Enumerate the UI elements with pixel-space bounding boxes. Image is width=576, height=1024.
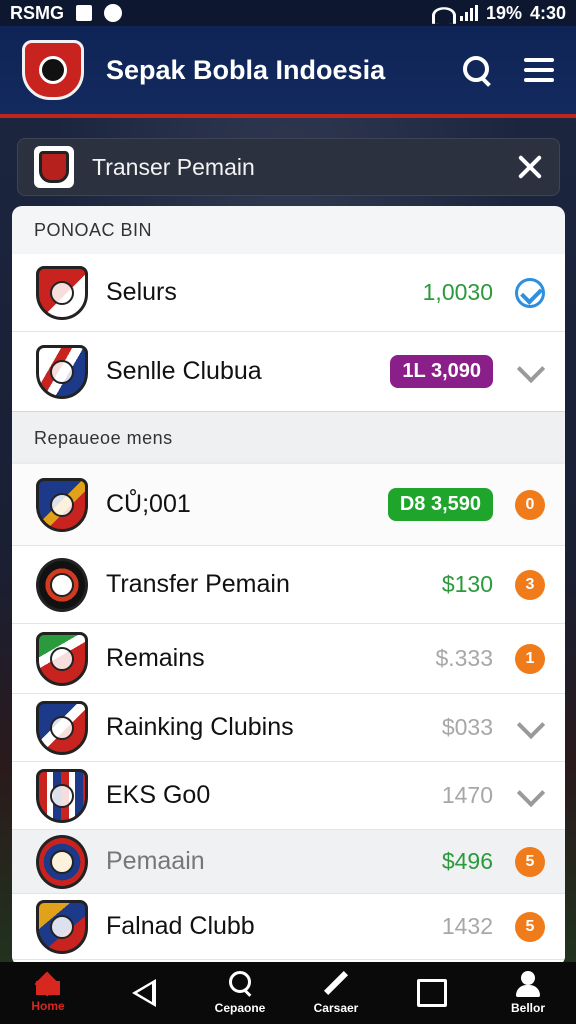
battery-label: 19% bbox=[485, 2, 522, 23]
nav-label: Home bbox=[31, 999, 65, 1013]
app-logo bbox=[22, 40, 84, 100]
club-name: Falnad Clubb bbox=[106, 912, 255, 940]
club-name: Selurs bbox=[106, 278, 177, 306]
club-name: Pemaain bbox=[106, 847, 205, 875]
club-crest-icon bbox=[36, 700, 88, 755]
gallery-icon bbox=[76, 5, 92, 21]
wifi-icon bbox=[430, 5, 452, 21]
list-item[interactable]: Falnad Clubb 1432 5 bbox=[12, 894, 565, 960]
app-bar: Sepak Bobla Indoesia bbox=[0, 26, 576, 118]
count-badge: 1 bbox=[515, 643, 545, 674]
club-crest-icon bbox=[36, 768, 88, 823]
club-value: 1432 bbox=[441, 913, 493, 939]
value-pill: 1L 3,090 bbox=[390, 355, 493, 388]
count-badge: 5 bbox=[515, 846, 545, 877]
clock: 4:30 bbox=[529, 2, 566, 23]
close-icon[interactable] bbox=[517, 154, 543, 180]
list-item[interactable]: Remains $.333 1 bbox=[12, 624, 565, 694]
club-value: 1,0030 bbox=[422, 279, 493, 305]
square-icon bbox=[417, 979, 447, 1007]
search-icon[interactable] bbox=[462, 55, 492, 85]
club-name: CŮ;001 bbox=[106, 490, 191, 518]
home-icon bbox=[33, 973, 63, 995]
filter-label: Transer Pemain bbox=[92, 153, 255, 180]
nav-home[interactable]: Home bbox=[3, 962, 93, 1024]
nav-create[interactable]: Carsaer bbox=[291, 962, 381, 1024]
club-name: Rainking Clubins bbox=[106, 713, 294, 741]
club-crest-icon bbox=[36, 834, 88, 889]
count-badge: 0 bbox=[515, 489, 545, 520]
list-item[interactable]: Pemaain $496 5 bbox=[12, 830, 565, 894]
club-crest-icon bbox=[36, 631, 88, 686]
club-value: $496 bbox=[441, 848, 493, 874]
notification-icon bbox=[104, 4, 122, 22]
user-icon bbox=[514, 971, 542, 997]
club-name: Transfer Pemain bbox=[106, 570, 290, 598]
count-badge: 3 bbox=[515, 569, 545, 600]
list-item[interactable]: CŮ;001 D8 3,590 0 bbox=[12, 464, 565, 546]
count-badge: 5 bbox=[515, 911, 545, 942]
club-crest-icon bbox=[36, 557, 88, 612]
nav-search[interactable]: Cepaone bbox=[195, 962, 285, 1024]
list-item[interactable]: Rainking Clubins $033 bbox=[12, 694, 565, 762]
menu-icon[interactable] bbox=[524, 58, 554, 82]
club-crest-icon bbox=[36, 344, 88, 399]
list-item[interactable]: Transfer Pemain $130 3 bbox=[12, 546, 565, 624]
favorite-icon[interactable] bbox=[515, 357, 545, 387]
list-item[interactable]: Senlle Clubua 1L 3,090 bbox=[12, 332, 565, 412]
nav-profile[interactable]: Bellor bbox=[483, 962, 573, 1024]
search-icon bbox=[227, 971, 253, 997]
club-crest-icon bbox=[34, 146, 74, 188]
value-pill: D8 3,590 bbox=[387, 488, 493, 521]
nav-label: Cepaone bbox=[214, 1001, 266, 1015]
pen-icon bbox=[323, 971, 349, 997]
club-value: $.333 bbox=[435, 645, 493, 671]
bottom-navigation: Home Cepaone Carsaer Bellor bbox=[0, 962, 576, 1024]
club-value: 1470 bbox=[441, 782, 493, 808]
nav-back[interactable] bbox=[99, 962, 189, 1024]
section-header: PONOAC BIN bbox=[34, 219, 153, 240]
back-icon bbox=[132, 979, 156, 1007]
clubs-panel: PONOAC BIN Selurs 1,0030 Senlle Clubua 1… bbox=[12, 206, 565, 966]
club-name: EKS Go0 bbox=[106, 781, 211, 809]
list-item[interactable]: Selurs 1,0030 bbox=[12, 254, 565, 332]
nav-label: Carsaer bbox=[313, 1001, 359, 1015]
section-header: Repaueoe mens bbox=[12, 412, 565, 464]
club-value: $033 bbox=[441, 714, 493, 740]
nav-recents[interactable] bbox=[387, 962, 477, 1024]
carrier-label: RSMG bbox=[10, 2, 64, 23]
signal-icon bbox=[459, 5, 478, 21]
nav-label: Bellor bbox=[510, 1001, 545, 1015]
club-name: Senlle Clubua bbox=[106, 357, 262, 385]
favorite-icon[interactable] bbox=[515, 713, 545, 743]
favorite-icon[interactable] bbox=[515, 781, 545, 811]
status-bar: RSMG 19% 4:30 bbox=[0, 0, 576, 26]
club-crest-icon bbox=[36, 477, 88, 532]
club-value: $130 bbox=[441, 571, 493, 597]
club-crest-icon bbox=[36, 265, 88, 320]
list-item[interactable]: EKS Go0 1470 bbox=[12, 762, 565, 830]
verified-check-icon[interactable] bbox=[515, 277, 545, 308]
club-name: Remains bbox=[106, 644, 205, 672]
app-title: Sepak Bobla Indoesia bbox=[106, 54, 386, 85]
club-crest-icon bbox=[36, 899, 88, 954]
filter-bar[interactable]: Transer Pemain bbox=[17, 138, 560, 196]
